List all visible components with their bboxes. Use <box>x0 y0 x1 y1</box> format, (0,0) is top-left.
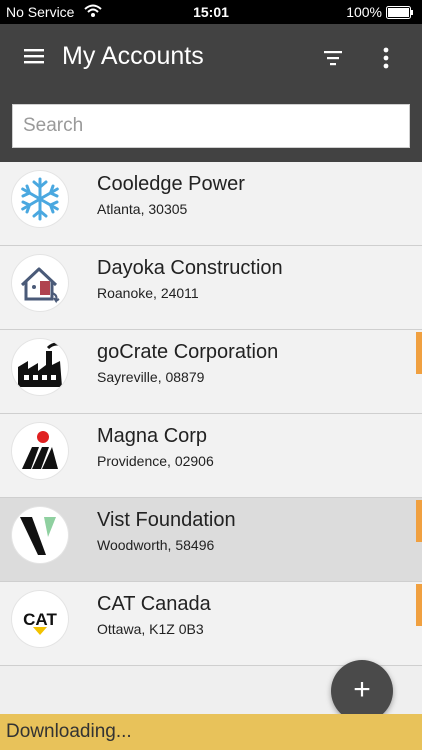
app-bar: My Accounts <box>0 24 422 162</box>
more-vert-icon[interactable] <box>376 46 396 70</box>
battery-icon <box>386 6 414 22</box>
snowflake-logo <box>12 171 68 227</box>
accounts-list: Cooledge Power Atlanta, 30305 Dayoka Con… <box>0 162 422 666</box>
flag-marker <box>416 584 422 626</box>
account-row[interactable]: goCrate Corporation Sayreville, 08879 <box>0 330 422 414</box>
add-account-button[interactable]: + <box>331 660 393 722</box>
account-row[interactable]: Magna Corp Providence, 02906 <box>0 414 422 498</box>
flag-marker <box>416 332 422 374</box>
download-status-text: Downloading... <box>6 721 132 742</box>
cat-logo: CAT <box>12 591 68 647</box>
download-status-bar: Downloading... <box>0 714 422 750</box>
account-address: Roanoke, 24011 <box>97 285 199 301</box>
account-address: Providence, 02906 <box>97 453 214 469</box>
filter-icon[interactable] <box>322 48 344 68</box>
search-input[interactable] <box>12 104 410 148</box>
factory-logo <box>12 339 68 395</box>
status-bar: No Service 15:01 100% <box>0 0 422 24</box>
account-address: Woodworth, 58496 <box>97 537 215 553</box>
flag-marker <box>416 500 422 542</box>
cat-logo-text: CAT <box>23 610 57 629</box>
account-row[interactable]: CAT CAT Canada Ottawa, K1Z 0B3 <box>0 582 422 666</box>
menu-icon[interactable] <box>22 44 46 68</box>
plus-icon: + <box>353 673 371 706</box>
account-row[interactable]: Cooledge Power Atlanta, 30305 <box>0 162 422 246</box>
account-row[interactable]: Vist Foundation Woodworth, 58496 <box>0 498 422 582</box>
account-name: Magna Corp <box>97 425 208 447</box>
house-logo <box>12 255 68 311</box>
account-address: Atlanta, 30305 <box>97 201 188 217</box>
account-address: Sayreville, 08879 <box>97 369 205 385</box>
account-row[interactable]: Dayoka Construction Roanoke, 24011 <box>0 246 422 330</box>
account-name: CAT Canada <box>97 593 211 615</box>
account-name: Dayoka Construction <box>97 257 283 279</box>
battery-percent: 100% <box>346 4 382 20</box>
account-name: Vist Foundation <box>97 509 236 531</box>
magna-logo <box>12 423 68 479</box>
account-name: goCrate Corporation <box>97 341 279 363</box>
account-name: Cooledge Power <box>97 173 245 195</box>
account-address: Ottawa, K1Z 0B3 <box>97 621 204 637</box>
v-logo <box>12 507 68 563</box>
page-title: My Accounts <box>62 42 204 70</box>
